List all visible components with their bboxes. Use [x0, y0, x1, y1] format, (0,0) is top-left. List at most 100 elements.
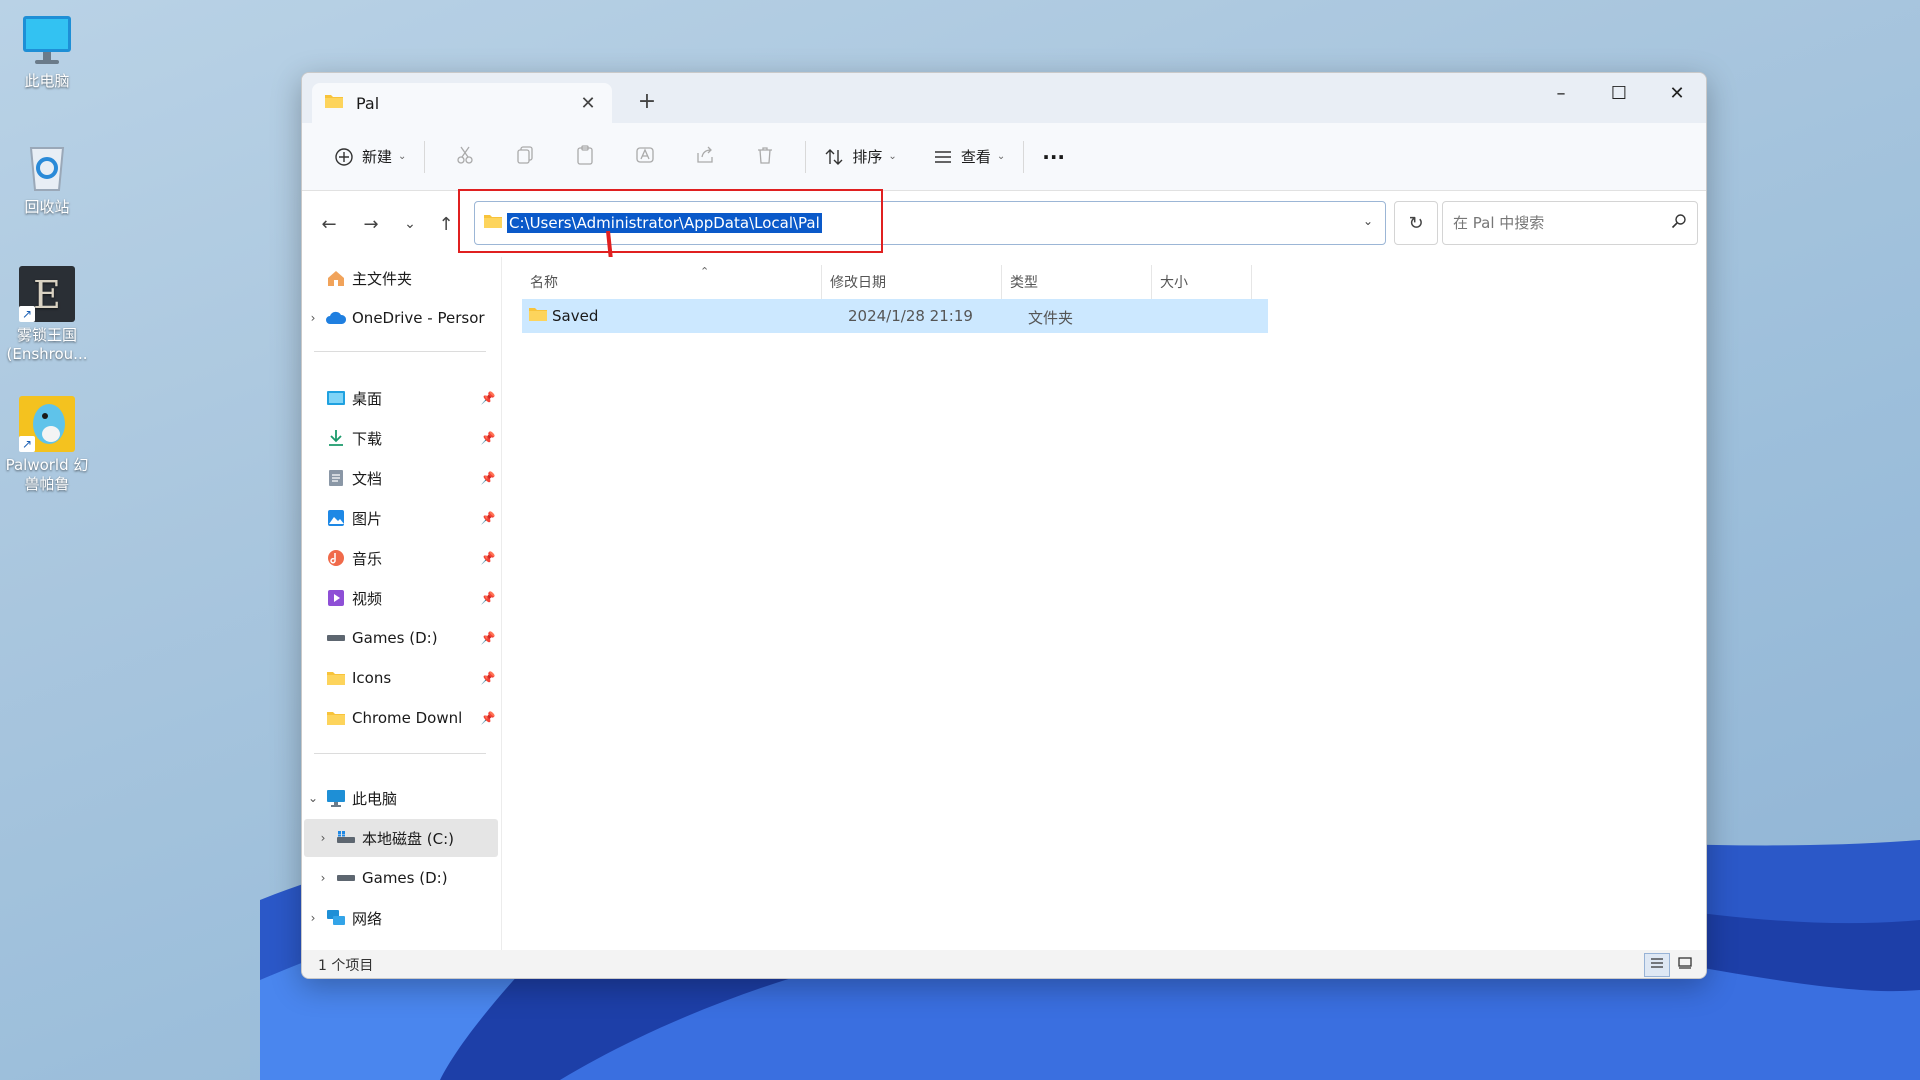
view-button-label: 查看 — [960, 148, 991, 166]
back-button[interactable]: ← — [308, 204, 350, 244]
desktop-icon-recycle-bin[interactable]: 回收站 — [1, 138, 93, 217]
sidebar-item-music[interactable]: 音乐 📌 — [302, 539, 498, 577]
pin-icon[interactable]: 📌 — [478, 631, 498, 645]
desktop-icon-palworld[interactable]: ↗ Palworld 幻兽帕鲁 — [1, 396, 93, 494]
table-row[interactable]: Saved 2024/1/28 21:19 文件夹 — [522, 299, 1268, 333]
arrow-up-icon: ↑ — [438, 213, 454, 235]
search-box[interactable] — [1442, 201, 1698, 245]
chevron-down-icon: ⌄ — [404, 216, 416, 232]
status-bar: 1 个项目 — [302, 950, 1706, 978]
sidebar-item-icons[interactable]: Icons 📌 — [302, 659, 498, 697]
pin-icon[interactable]: 📌 — [478, 671, 498, 685]
sidebar-item-label: 音乐 — [352, 549, 383, 568]
pin-icon[interactable]: 📌 — [478, 711, 498, 725]
drive-icon — [324, 633, 348, 643]
forward-button[interactable]: → — [350, 204, 392, 244]
chevron-right-icon[interactable]: › — [302, 911, 324, 925]
pin-icon[interactable]: 📌 — [478, 471, 498, 485]
pin-icon[interactable]: 📌 — [478, 551, 498, 565]
title-bar: Pal ✕ + – ☐ ✕ — [302, 73, 1706, 123]
desktop-icon-enshrouded[interactable]: E ↗ 雾锁王国 (Enshrou... — [1, 266, 93, 364]
refresh-button[interactable]: ↻ — [1394, 201, 1438, 245]
minimize-button[interactable]: – — [1532, 73, 1590, 113]
sidebar-item-videos[interactable]: 视频 📌 — [302, 579, 498, 617]
file-type: 文件夹 — [1028, 309, 1074, 327]
chevron-right-icon[interactable]: › — [312, 831, 334, 845]
chevron-down-icon: ⌄ — [398, 151, 407, 162]
sidebar-item-documents[interactable]: 文档 📌 — [302, 459, 498, 497]
chevron-down-icon: ⌄ — [996, 151, 1006, 162]
column-header-modified[interactable]: 修改日期 — [822, 265, 1002, 299]
new-tab-button[interactable]: + — [632, 89, 662, 114]
maximize-button[interactable]: ☐ — [1590, 73, 1648, 113]
column-header-size[interactable]: 大小 — [1152, 265, 1252, 299]
share-button[interactable] — [675, 137, 735, 177]
document-icon — [324, 469, 348, 487]
monitor-icon — [19, 12, 75, 68]
music-icon — [324, 549, 348, 567]
file-name: Saved — [552, 307, 599, 325]
file-modified: 2024/1/28 21:19 — [848, 307, 973, 325]
sidebar-item-games-d-pc[interactable]: › Games (D:) — [302, 859, 498, 897]
chevron-right-icon[interactable]: › — [312, 871, 334, 885]
column-header-type[interactable]: 类型 — [1002, 265, 1152, 299]
sidebar-item-local-disk-c[interactable]: › 本地磁盘 (C:) — [304, 819, 498, 857]
pictures-icon — [324, 509, 348, 527]
video-icon — [324, 589, 348, 607]
delete-button[interactable] — [735, 137, 795, 177]
sidebar-item-home[interactable]: 主文件夹 — [302, 259, 498, 297]
chevron-down-icon[interactable]: ⌄ — [302, 791, 324, 805]
search-input[interactable] — [1453, 214, 1671, 232]
details-view-button[interactable] — [1644, 953, 1670, 977]
tab-pal[interactable]: Pal ✕ — [312, 83, 612, 123]
sidebar-item-this-pc[interactable]: ⌄ 此电脑 — [302, 779, 498, 817]
pin-icon[interactable]: 📌 — [478, 431, 498, 445]
pin-icon[interactable]: 📌 — [478, 391, 498, 405]
view-button[interactable]: 查看 ⌄ — [925, 137, 1013, 177]
pin-icon[interactable]: 📌 — [478, 511, 498, 525]
sidebar-item-label: Games (D:) — [352, 629, 438, 647]
details-view-icon — [1650, 957, 1664, 973]
sidebar-item-downloads[interactable]: 下载 📌 — [302, 419, 498, 457]
sidebar-item-pictures[interactable]: 图片 📌 — [302, 499, 498, 537]
new-button[interactable]: 新建 ⌄ — [326, 137, 414, 177]
desktop-icon-this-pc[interactable]: 此电脑 — [1, 12, 93, 91]
search-icon — [1671, 213, 1687, 233]
chevron-right-icon[interactable]: › — [302, 311, 324, 325]
tab-close-icon[interactable]: ✕ — [576, 93, 600, 114]
clipboard-icon — [575, 144, 595, 169]
annotation-highlight-box — [458, 189, 883, 253]
share-icon — [695, 145, 715, 169]
tiles-view-button[interactable] — [1672, 953, 1698, 977]
paste-button[interactable] — [555, 137, 615, 177]
sidebar-item-onedrive[interactable]: › OneDrive - Persor — [302, 299, 498, 337]
chevron-down-icon[interactable]: ⌄ — [1363, 214, 1373, 228]
close-button[interactable]: ✕ — [1648, 73, 1706, 113]
sort-button-label: 排序 — [852, 148, 883, 166]
sort-caret-icon: ⌃ — [700, 265, 710, 278]
recent-locations-button[interactable]: ⌄ — [392, 204, 428, 244]
sidebar-item-desktop[interactable]: 桌面 📌 — [302, 379, 498, 417]
new-button-label: 新建 — [362, 148, 393, 166]
sidebar-item-games-d[interactable]: Games (D:) 📌 — [302, 619, 498, 657]
column-header-name[interactable]: 名称 ⌃ — [522, 265, 822, 299]
copy-button[interactable] — [495, 137, 555, 177]
pin-icon[interactable]: 📌 — [478, 591, 498, 605]
folder-icon — [324, 670, 348, 686]
cut-button[interactable] — [435, 137, 495, 177]
rename-button[interactable] — [615, 137, 675, 177]
sidebar-item-label: Icons — [352, 669, 392, 687]
navigation-pane: 主文件夹 › OneDrive - Persor 桌面 📌 下载 📌 文档 📌 — [302, 257, 502, 950]
plus-circle-icon — [334, 147, 354, 167]
sidebar-item-network[interactable]: › 网络 — [302, 899, 498, 937]
sidebar-item-label: 桌面 — [352, 389, 383, 408]
sidebar-item-label: 下载 — [352, 429, 383, 448]
windows-drive-icon — [334, 831, 358, 845]
toolbar-divider — [1023, 140, 1025, 173]
desktop-icon — [324, 390, 348, 406]
sort-button[interactable]: 排序 ⌄ — [816, 137, 904, 177]
sidebar-item-label: 主文件夹 — [352, 269, 413, 288]
more-options-button[interactable]: ··· — [1034, 137, 1073, 177]
sidebar-item-chrome-downloads[interactable]: Chrome Downl 📌 — [302, 699, 498, 737]
copy-icon — [515, 145, 535, 169]
